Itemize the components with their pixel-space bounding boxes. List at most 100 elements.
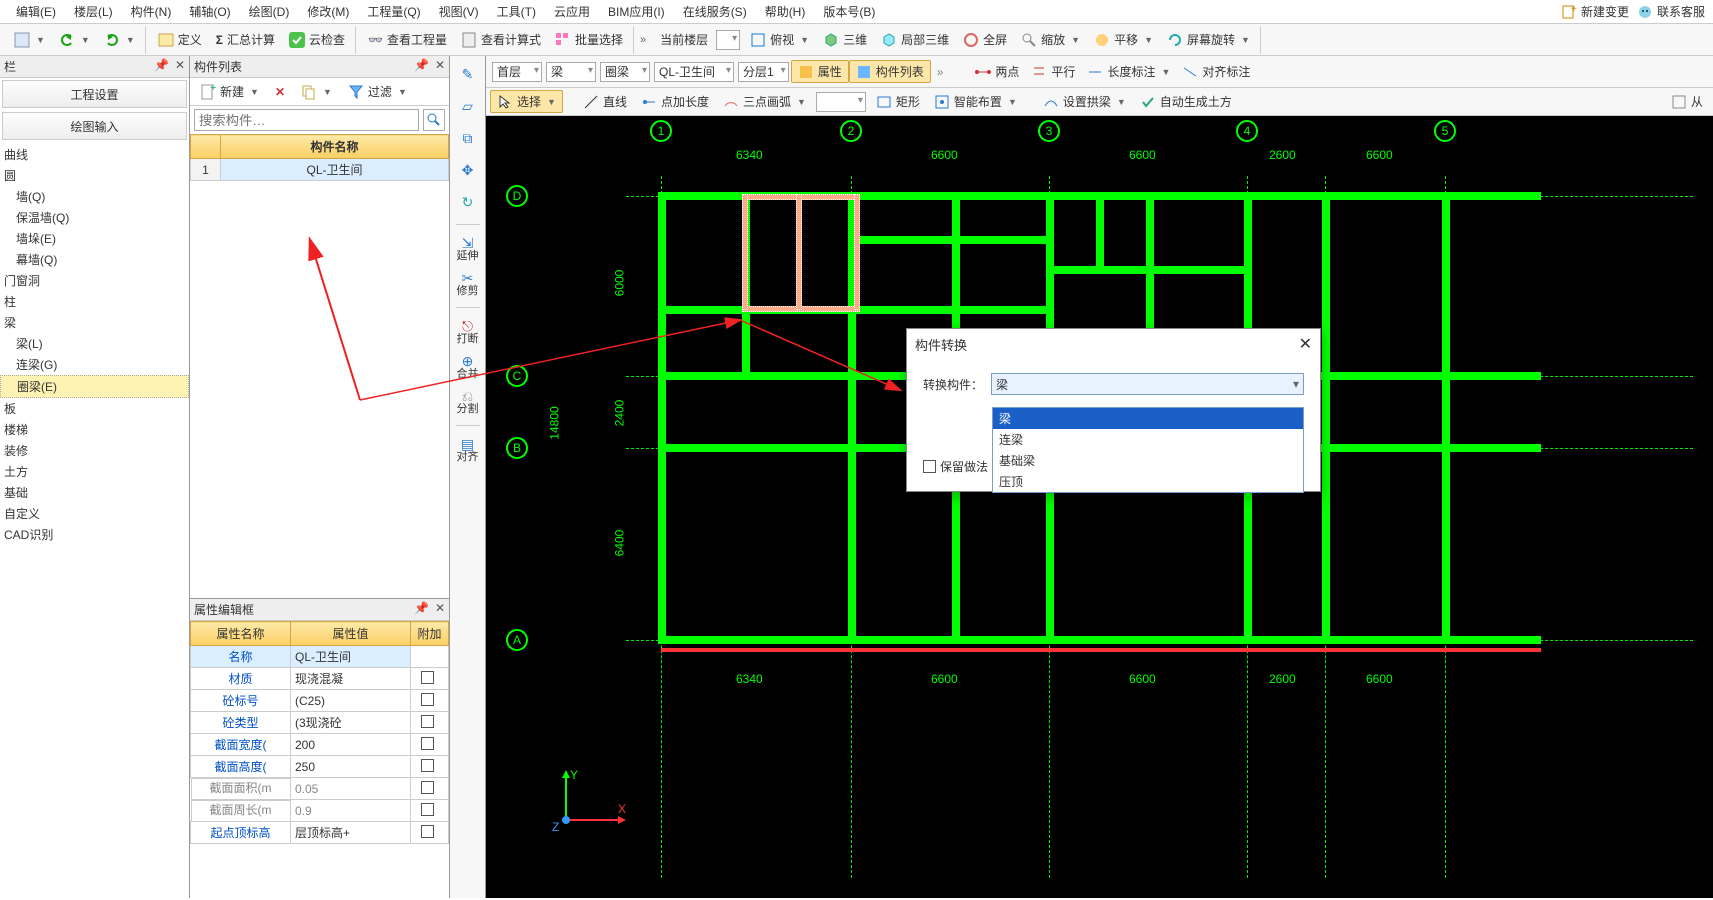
table-row[interactable]: 材质现浇混凝	[191, 668, 449, 690]
keep-checkbox[interactable]: 保留做法	[923, 458, 988, 475]
table-row[interactable]: 截面高度(250	[191, 756, 449, 778]
prop-value[interactable]: (3现浇砼	[291, 712, 411, 734]
menu-item[interactable]: 楼层(L)	[66, 1, 121, 22]
align-dim-button[interactable]: 对齐标注	[1176, 61, 1256, 82]
menu-item[interactable]: 构件(N)	[123, 1, 180, 22]
category-combo[interactable]: 梁	[546, 62, 596, 82]
tree-node[interactable]: 土方	[0, 461, 189, 482]
drawing-canvas[interactable]: 1 2 3 4 5 D C B A 6340 6600 6600 2600 66…	[486, 116, 1713, 898]
table-row[interactable]: 砼标号(C25)	[191, 690, 449, 712]
dropdown-option[interactable]: 压顶	[993, 471, 1303, 492]
table-row[interactable]: 起点顶标高层顶标高+	[191, 822, 449, 844]
project-settings-button[interactable]: 工程设置	[2, 80, 187, 108]
dropdown-option[interactable]: 连梁	[993, 429, 1303, 450]
undo-button[interactable]: ▼	[53, 30, 96, 50]
prop-value[interactable]: 200	[291, 734, 411, 756]
prop-value[interactable]: (C25)	[291, 690, 411, 712]
vtool-split[interactable]: ⎌分割	[454, 386, 482, 417]
search-go-button[interactable]	[423, 109, 445, 131]
tree-node[interactable]: 梁	[0, 312, 189, 333]
prop-check[interactable]	[411, 800, 449, 822]
view-quantity-button[interactable]: 👓查看工程量	[362, 29, 453, 50]
convert-combo[interactable]: 梁	[991, 373, 1304, 395]
prop-value[interactable]: 0.9	[291, 800, 411, 822]
cloud-check-button[interactable]: 云检查	[283, 29, 351, 50]
prop-value[interactable]: 现浇混凝	[291, 668, 411, 690]
two-point-button[interactable]: 两点	[969, 61, 1025, 82]
3d-button[interactable]: 三维	[817, 29, 873, 50]
prop-value[interactable]: QL-卫生间	[291, 646, 411, 668]
tree-node[interactable]: 圆	[0, 165, 189, 186]
dropdown-option[interactable]: 梁	[993, 408, 1303, 429]
prop-value[interactable]: 0.05	[291, 778, 411, 800]
tree-node[interactable]: 曲线	[0, 144, 189, 165]
table-row[interactable]: 截面周长(m0.9	[191, 800, 449, 822]
tree-node[interactable]: 自定义	[0, 503, 189, 524]
menu-item[interactable]: 视图(V)	[431, 1, 487, 22]
batch-select-button[interactable]: 批量选择	[549, 29, 629, 50]
tree-node[interactable]: 梁(L)	[0, 333, 189, 354]
prop-check[interactable]	[411, 690, 449, 712]
redo-button[interactable]: ▼	[98, 30, 141, 50]
tree-node[interactable]: 墙垛(E)	[0, 228, 189, 249]
vtool-extend[interactable]: ⇲延伸	[454, 233, 482, 264]
menu-item[interactable]: 版本号(B)	[815, 1, 883, 22]
prop-check[interactable]	[411, 778, 449, 800]
table-row[interactable]: 截面宽度(200	[191, 734, 449, 756]
properties-button[interactable]: 属性	[791, 60, 849, 83]
menu-item[interactable]: 编辑(E)	[8, 1, 64, 22]
vtool-merge[interactable]: ⊕合并	[454, 351, 482, 382]
menu-item[interactable]: 云应用	[546, 1, 598, 22]
table-row[interactable]: 截面面积(m0.05	[191, 778, 449, 800]
dropdown-option[interactable]: 基础梁	[993, 450, 1303, 471]
menu-item[interactable]: 帮助(H)	[757, 1, 814, 22]
prop-check[interactable]	[411, 734, 449, 756]
close-icon[interactable]: ✕	[435, 58, 445, 72]
view-expr-button[interactable]: 查看计算式	[455, 29, 547, 50]
new-component-button[interactable]: +新建▼	[194, 81, 265, 102]
comp-name-cell[interactable]: QL-卫生间	[221, 159, 449, 181]
complist-button[interactable]: 构件列表	[849, 60, 931, 83]
select-button[interactable]: 选择▼	[490, 90, 563, 113]
tree-node[interactable]: 板	[0, 398, 189, 419]
from-button[interactable]: 从	[1665, 91, 1709, 112]
tree-node[interactable]: 基础	[0, 482, 189, 503]
tree-node[interactable]: CAD识别	[0, 524, 189, 545]
search-input[interactable]	[194, 109, 419, 131]
pin-icon[interactable]: 📌	[154, 58, 169, 72]
rotate-button[interactable]: 屏幕旋转▼	[1161, 29, 1256, 50]
delete-button[interactable]: ✕	[269, 83, 291, 101]
fullscreen-button[interactable]: 全屏	[957, 29, 1013, 50]
arch-set-button[interactable]: 设置拱梁▼	[1037, 91, 1132, 112]
pin-icon[interactable]: 📌	[414, 58, 429, 72]
tree-node[interactable]: 楼梯	[0, 419, 189, 440]
parallel-button[interactable]: 平行	[1025, 61, 1081, 82]
prop-check[interactable]	[411, 646, 449, 668]
summary-button[interactable]: Σ汇总计算	[210, 29, 281, 50]
current-floor-combo[interactable]	[716, 30, 740, 50]
menu-item[interactable]: 在线服务(S)	[675, 1, 755, 22]
vtool-align[interactable]: ▤对齐	[454, 434, 482, 465]
component-combo[interactable]: QL-卫生间	[654, 62, 734, 82]
prop-value[interactable]: 层顶标高+	[291, 822, 411, 844]
three-arc-button[interactable]: 三点画弧▼	[717, 91, 812, 112]
pointlen-button[interactable]: 点加长度	[635, 91, 715, 112]
topdown-button[interactable]: 俯视▼	[744, 29, 815, 50]
length-dim-button[interactable]: 长度标注▼	[1081, 61, 1176, 82]
floor-combo[interactable]: 首层	[492, 62, 542, 82]
tree-node[interactable]: 保温墙(Q)	[0, 207, 189, 228]
vtool-move[interactable]: ✥	[454, 156, 482, 184]
menu-item[interactable]: 绘图(D)	[241, 1, 298, 22]
close-icon[interactable]: ✕	[1299, 334, 1312, 354]
line-button[interactable]: 直线	[577, 91, 633, 112]
draw-mode-combo[interactable]	[816, 92, 866, 112]
layer-combo[interactable]: 分层1	[738, 62, 789, 82]
dialog-titlebar[interactable]: 构件转换 ✕	[907, 329, 1320, 359]
menu-item[interactable]: 工程量(Q)	[359, 1, 428, 22]
prop-check[interactable]	[411, 712, 449, 734]
tree-node[interactable]: 柱	[0, 291, 189, 312]
define-button[interactable]: 定义	[152, 29, 208, 50]
close-icon[interactable]: ✕	[435, 601, 445, 615]
toolbar-dropdown[interactable]: ▼	[8, 30, 51, 50]
vtool-brush[interactable]: ✎	[454, 60, 482, 88]
